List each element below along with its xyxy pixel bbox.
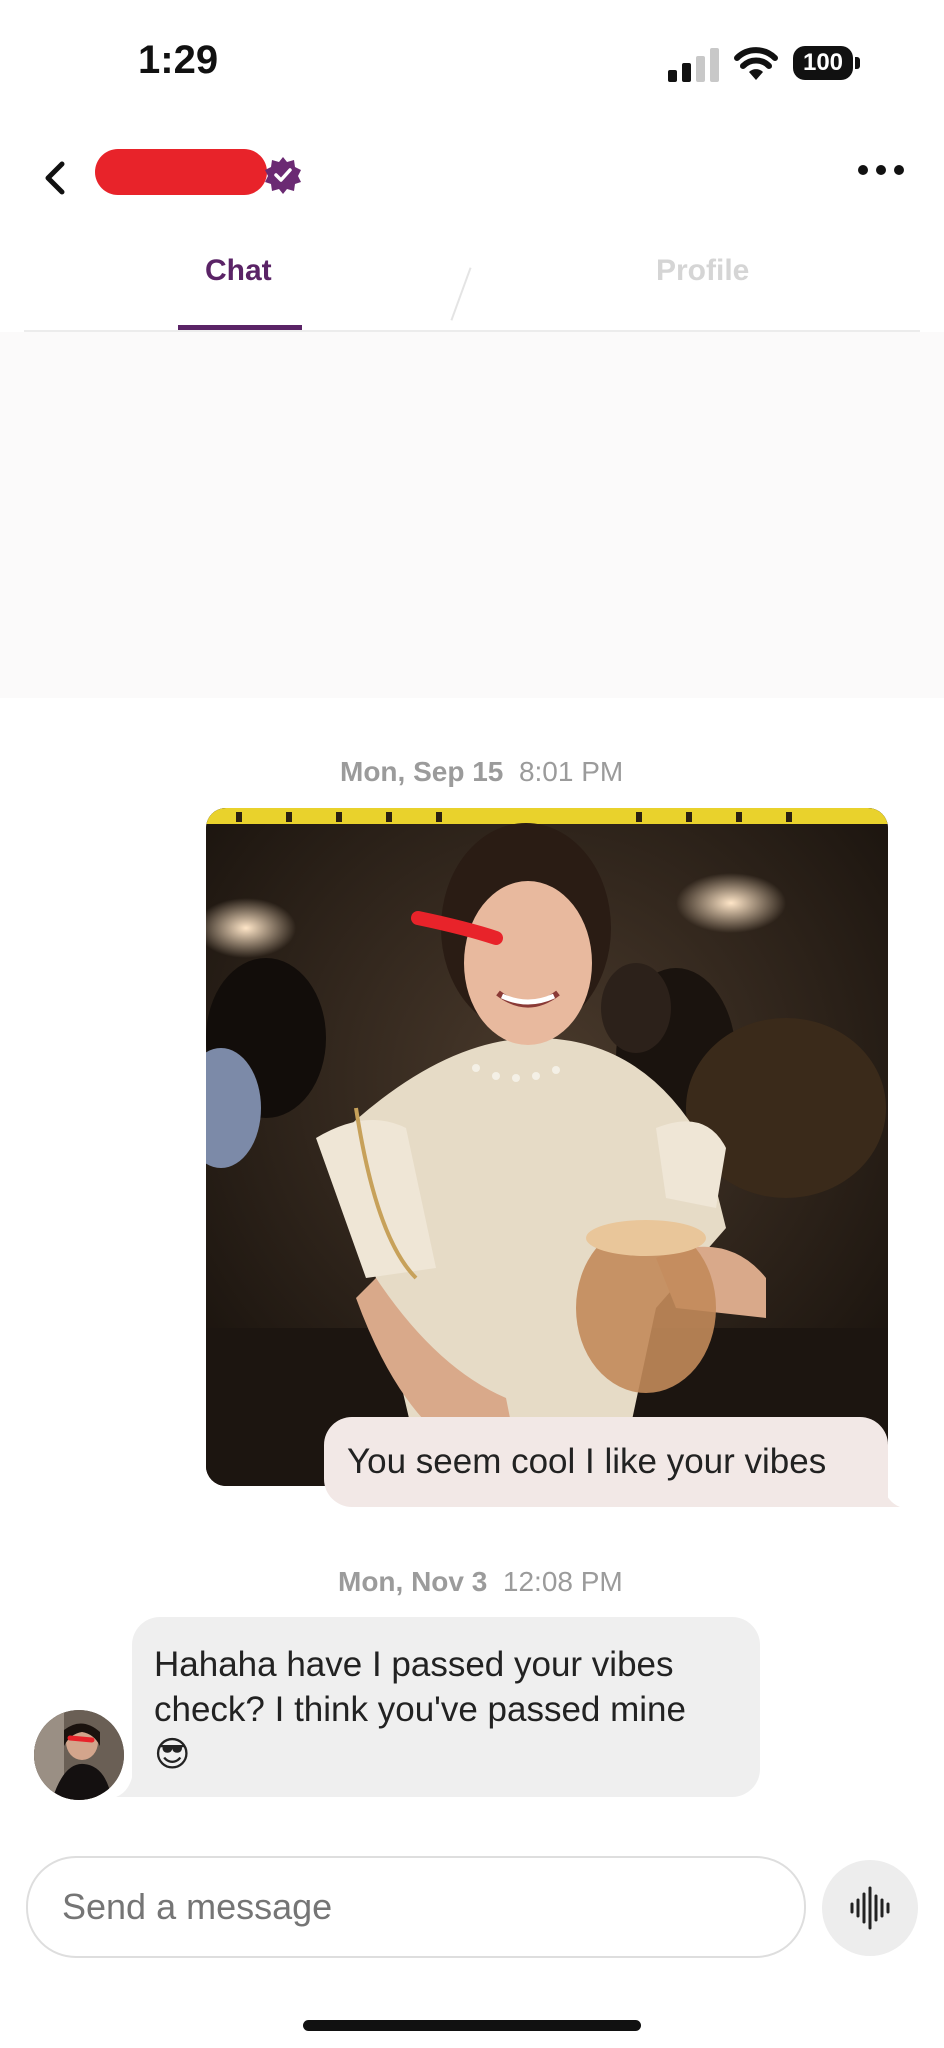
message-time: 12:08 PM: [502, 1566, 623, 1597]
bubble-tail: [116, 1760, 146, 1797]
message-composer[interactable]: [26, 1856, 806, 1958]
wifi-icon: [734, 47, 778, 80]
message-timestamp: Mon, Sep 15 8:01 PM: [340, 756, 623, 788]
tab-divider: [450, 267, 472, 321]
incoming-message-text: Hahaha have I passed your vibes check? I…: [154, 1642, 744, 1777]
message-input[interactable]: [62, 1886, 762, 1928]
message-time: 8:01 PM: [518, 756, 624, 787]
tab-profile[interactable]: Profile: [656, 254, 749, 288]
waveform-icon: [850, 1886, 890, 1930]
outgoing-message-text: You seem cool I like your vibes: [347, 1442, 827, 1481]
contact-name-redacted[interactable]: [95, 149, 267, 195]
home-indicator: [303, 2020, 641, 2031]
battery-icon: 100: [793, 46, 861, 82]
message-timestamp: Mon, Nov 3 12:08 PM: [338, 1566, 623, 1598]
verified-badge-icon: [265, 157, 301, 194]
cellular-signal-icon: [668, 48, 719, 82]
photo-message[interactable]: [206, 808, 888, 1486]
active-tab-indicator: [178, 325, 302, 330]
voice-message-button[interactable]: [822, 1860, 918, 1956]
avatar-image: [34, 1710, 124, 1800]
battery-level: 100: [793, 46, 853, 80]
chevron-left-icon[interactable]: [38, 156, 74, 200]
tab-chat[interactable]: Chat: [205, 254, 272, 288]
sunglasses-emoji: 😎: [154, 1735, 191, 1774]
bubble-tail: [868, 1470, 900, 1507]
ellipsis-icon[interactable]: [856, 160, 906, 180]
status-bar: 1:29 100: [0, 0, 944, 120]
incoming-message-body: Hahaha have I passed your vibes check? I…: [154, 1645, 686, 1729]
avatar[interactable]: [34, 1710, 124, 1800]
chat-empty-space: [0, 332, 944, 698]
status-time: 1:29: [138, 38, 219, 82]
photo-image: [206, 808, 888, 1486]
tab-bar: Chat Profile: [24, 230, 920, 332]
message-date: Mon, Nov 3: [338, 1566, 488, 1597]
message-date: Mon, Sep 15: [340, 756, 504, 787]
chat-header: [0, 120, 944, 230]
